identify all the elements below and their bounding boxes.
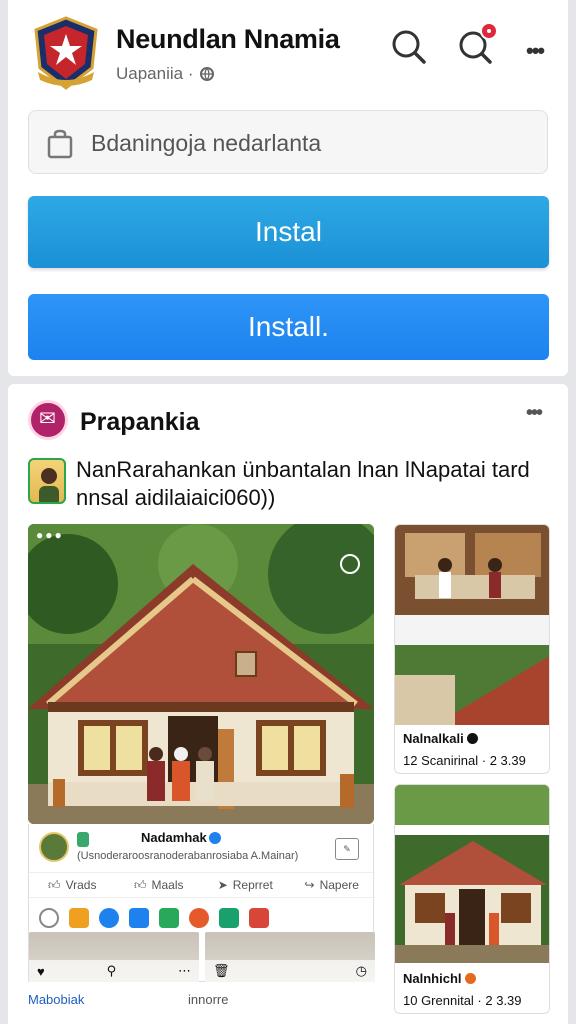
notification-badge [480,22,498,40]
post-card: Prapankia ••• NanRarahankan ünbantalan l… [8,384,568,1024]
side-tile-sub: 10 Grennital · 2 3.39 [403,993,522,1008]
search-icon[interactable]: ⚲ [107,963,117,979]
thumbnail-strip: ♥ ⚲ ⋯ 🗑︎ ◷ [29,932,375,982]
trash-icon[interactable]: 🗑︎ [213,963,230,979]
megaphone-icon: ➤ [217,878,228,892]
search-icon[interactable] [390,28,428,66]
radio-icon[interactable] [39,908,59,928]
install-secondary-button[interactable]: Install. [28,294,549,360]
embedded-post-card: Nadamhak (Usnoderaroosranoderabanrosiaba… [28,824,375,982]
globe-icon [199,67,214,82]
app-title: Neundlan Nnamia [116,24,340,54]
photo-dots: ●●● [36,528,64,542]
heart-icon[interactable]: ♥ [37,964,45,979]
thumbnail[interactable]: ♥ ⚲ ⋯ [29,932,199,982]
app-chip-icon[interactable] [129,908,149,928]
post-actions-bar: 👍︎ Vrads 👍︎ Maals ➤ Reprret ↪ Napere [29,872,375,898]
house-photo[interactable]: ●●● [28,524,374,824]
thumbnail[interactable]: 🗑︎ ◷ [205,932,375,982]
post-text: NanRarahankan ünbantalan lnan lNapatai t… [76,457,530,510]
side-post-tile-1[interactable]: Nalnalkali 12 Scanirinal · 2 3.39 [394,524,550,774]
thumbs-up-icon: 👍︎ [133,877,147,892]
install-button[interactable]: Instal [28,196,549,268]
app-logo [30,16,102,90]
like-button[interactable]: 👍︎ Vrads [29,873,116,897]
thumbs-up-icon: 👍︎ [48,877,61,892]
camera-icon[interactable] [340,554,360,574]
side-tile-caption: Nalnhichl [403,971,476,986]
app-header-card: Neundlan Nnamia Uapaniia · ••• Bdaningoj… [8,0,568,376]
search-field[interactable]: Bdaningoja nedarlanta [28,110,548,174]
footer-label: innorre [188,992,229,1007]
react-button[interactable]: 👍︎ Maals [116,873,203,897]
embedded-post-line: (Usnoderaroosranoderabanrosiaba A.Mainar… [77,850,299,862]
comment-label: Reprret [232,878,273,892]
post-more-icon[interactable]: ••• [526,402,543,425]
side-tile-sub: 12 Scanirinal · 2 3.39 [403,753,526,768]
share-button[interactable]: ↪ Napere [289,873,376,897]
embedded-post-badge [77,832,89,847]
like-label: Vrads [65,878,97,892]
search-placeholder: Bdaningoja nedarlanta [91,130,322,156]
app-subtitle: Uapaniia · [116,64,216,84]
share-label: Napere [319,878,359,892]
react-label: Maals [151,878,184,892]
side-post-tile-2[interactable]: Nalnhichl 10 Grennital · 2 3.39 [394,784,550,1014]
clock-icon[interactable]: ◷ [356,963,367,979]
comment-button[interactable]: ➤ Reprret [202,873,289,897]
share-targets-row [39,906,369,930]
app-chip-icon[interactable] [99,908,119,928]
edit-icon[interactable]: ✎ [335,838,359,860]
app-chip-icon[interactable] [189,908,209,928]
more-icon[interactable]: ••• [526,38,545,64]
post-author-avatar[interactable] [28,458,66,504]
app-chip-icon[interactable] [69,908,89,928]
embedded-post-avatar[interactable] [39,832,69,862]
app-chip-icon[interactable] [219,908,239,928]
page-avatar[interactable] [28,400,68,440]
share-icon: ↪ [304,878,315,892]
shopping-bag-icon [47,129,73,159]
verified-icon [209,832,221,844]
app-chip-icon[interactable] [249,908,269,928]
app-subtitle-text: Uapaniia · [116,64,194,83]
embedded-post-name[interactable]: Nadamhak [141,830,207,845]
side-tile-caption: Nalnalkali [403,731,478,746]
more-icon[interactable]: ⋯ [178,963,191,979]
footer-link[interactable]: Mabobiak [28,992,84,1007]
app-chip-icon[interactable] [159,908,179,928]
page-name[interactable]: Prapankia [80,408,200,437]
